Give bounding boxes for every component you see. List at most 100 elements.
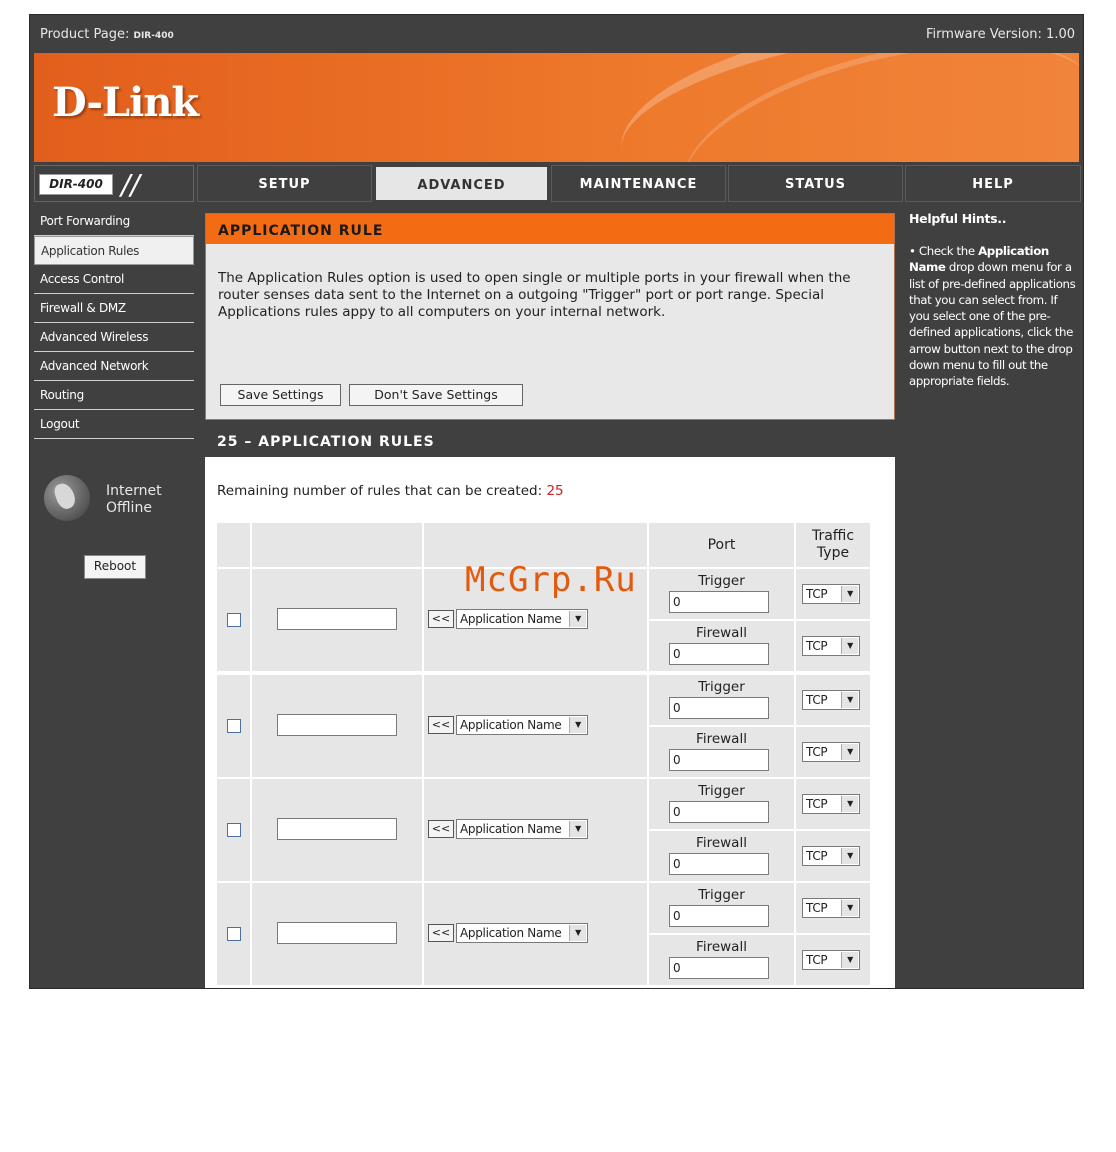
trigger-label: Trigger	[698, 679, 745, 695]
remaining-rules-label: Remaining number of rules that can be cr…	[217, 483, 543, 499]
firewall-label: Firewall	[696, 835, 747, 851]
application-name-select[interactable]: Application Name ▼	[456, 715, 588, 735]
firewall-port-input[interactable]: 0	[669, 853, 769, 875]
tab-setup[interactable]: SETUP	[197, 165, 372, 202]
trigger-type-select[interactable]: TCP ▼	[802, 584, 860, 604]
save-settings-button[interactable]: Save Settings	[220, 384, 341, 406]
header-traffic-line2: Type	[816, 545, 850, 561]
sidebar-item-routing[interactable]: Routing	[34, 381, 194, 410]
trigger-port-cell: Trigger 0	[649, 883, 794, 933]
firewall-port-input[interactable]: 0	[669, 957, 769, 979]
help-title: Helpful Hints..	[909, 211, 1007, 226]
application-rules-title: 25 – APPLICATION RULES	[205, 427, 895, 457]
firewall-type-cell: TCP ▼	[796, 831, 870, 881]
enable-checkbox[interactable]	[227, 927, 241, 941]
dropdown-arrow-icon: ▼	[841, 952, 858, 968]
row-checkbox-cell	[217, 675, 250, 777]
application-name-value: Application Name	[460, 926, 562, 940]
dropdown-arrow-icon: ▼	[841, 796, 858, 812]
brand-banner: D-Link	[34, 53, 1079, 162]
firewall-type-select[interactable]: TCP ▼	[802, 742, 860, 762]
tab-status[interactable]: STATUS	[728, 165, 903, 202]
row-name-cell	[252, 675, 422, 777]
firewall-type-value: TCP	[806, 953, 828, 967]
help-sidebar: Helpful Hints.. • Check the Application …	[905, 205, 1081, 988]
rule-name-input[interactable]	[277, 714, 397, 736]
application-rules-panel: 25 – APPLICATION RULES Remaining number …	[205, 427, 895, 988]
sidebar-item-firewall-dmz[interactable]: Firewall & DMZ	[34, 294, 194, 323]
fill-from-app-button[interactable]: <<	[428, 924, 454, 942]
product-label: Product Page:	[40, 27, 130, 42]
sidebar-item-port-forwarding[interactable]: Port Forwarding	[34, 207, 194, 236]
row-checkbox-cell	[217, 779, 250, 881]
firewall-label: Firewall	[696, 731, 747, 747]
firewall-type-value: TCP	[806, 745, 828, 759]
application-name-select[interactable]: Application Name ▼	[456, 609, 588, 629]
enable-checkbox[interactable]	[227, 613, 241, 627]
application-rule-panel: APPLICATION RULE The Application Rules o…	[205, 213, 895, 420]
row-name-cell	[252, 883, 422, 985]
row-app-cell: << Application Name ▼	[424, 675, 647, 777]
application-name-select[interactable]: Application Name ▼	[456, 923, 588, 943]
trigger-port-input[interactable]: 0	[669, 697, 769, 719]
row-name-cell	[252, 779, 422, 881]
firewall-type-cell: TCP ▼	[796, 621, 870, 671]
enable-checkbox[interactable]	[227, 719, 241, 733]
trigger-type-value: TCP	[806, 797, 828, 811]
firewall-port-input[interactable]: 0	[669, 643, 769, 665]
sidebar-item-logout[interactable]: Logout	[34, 410, 194, 439]
internet-label: Internet	[106, 483, 162, 499]
sidebar-item-access-control[interactable]: Access Control	[34, 265, 194, 294]
dropdown-arrow-icon: ▼	[841, 848, 858, 864]
rule-name-input[interactable]	[277, 818, 397, 840]
sidebar-item-advanced-wireless[interactable]: Advanced Wireless	[34, 323, 194, 352]
globe-icon	[44, 475, 90, 521]
reboot-button[interactable]: Reboot	[84, 555, 146, 579]
row-name-cell	[252, 569, 422, 671]
trigger-port-input[interactable]: 0	[669, 905, 769, 927]
sidebar-item-application-rules[interactable]: Application Rules	[34, 236, 194, 265]
firewall-port-input[interactable]: 0	[669, 749, 769, 771]
rule-name-input[interactable]	[277, 922, 397, 944]
trigger-label: Trigger	[698, 887, 745, 903]
header-traffic-line1: Traffic	[811, 528, 855, 544]
row-app-cell: << Application Name ▼	[424, 779, 647, 881]
firewall-port-cell: Firewall 0	[649, 935, 794, 985]
application-name-select[interactable]: Application Name ▼	[456, 819, 588, 839]
fill-from-app-button[interactable]: <<	[428, 610, 454, 628]
firewall-type-value: TCP	[806, 849, 828, 863]
trigger-type-cell: TCP ▼	[796, 569, 870, 619]
tab-help[interactable]: HELP	[905, 165, 1081, 202]
trigger-type-select[interactable]: TCP ▼	[802, 794, 860, 814]
dont-save-settings-button[interactable]: Don't Save Settings	[349, 384, 523, 406]
sidebar-item-advanced-network[interactable]: Advanced Network	[34, 352, 194, 381]
firewall-type-select[interactable]: TCP ▼	[802, 846, 860, 866]
enable-checkbox[interactable]	[227, 823, 241, 837]
dropdown-arrow-icon: ▼	[569, 717, 586, 733]
internet-status: Internet Offline	[40, 475, 190, 535]
firewall-type-select[interactable]: TCP ▼	[802, 950, 860, 970]
rule-name-input[interactable]	[277, 608, 397, 630]
trigger-type-cell: TCP ▼	[796, 883, 870, 933]
trigger-label: Trigger	[698, 573, 745, 589]
tab-advanced[interactable]: ADVANCED	[374, 165, 549, 202]
dlink-logo: D-Link	[52, 79, 199, 126]
header-port: Port	[649, 523, 794, 567]
firewall-port-cell: Firewall 0	[649, 831, 794, 881]
trigger-port-input[interactable]: 0	[669, 591, 769, 613]
trigger-type-cell: TCP ▼	[796, 779, 870, 829]
header-traffic-type: Traffic Type	[796, 523, 870, 567]
help-text-b: drop down menu for a list of pre-defined…	[909, 260, 1076, 389]
tab-maintenance[interactable]: MAINTENANCE	[551, 165, 726, 202]
dropdown-arrow-icon: ▼	[841, 638, 858, 654]
fill-from-app-button[interactable]: <<	[428, 820, 454, 838]
trigger-type-value: TCP	[806, 693, 828, 707]
trigger-type-select[interactable]: TCP ▼	[802, 898, 860, 918]
dropdown-arrow-icon: ▼	[841, 900, 858, 916]
model-slash-decoration: //	[121, 168, 140, 201]
top-info-bar: Product Page: DIR-400 Firmware Version: …	[30, 15, 1083, 53]
trigger-port-input[interactable]: 0	[669, 801, 769, 823]
firewall-type-select[interactable]: TCP ▼	[802, 636, 860, 656]
trigger-type-select[interactable]: TCP ▼	[802, 690, 860, 710]
fill-from-app-button[interactable]: <<	[428, 716, 454, 734]
